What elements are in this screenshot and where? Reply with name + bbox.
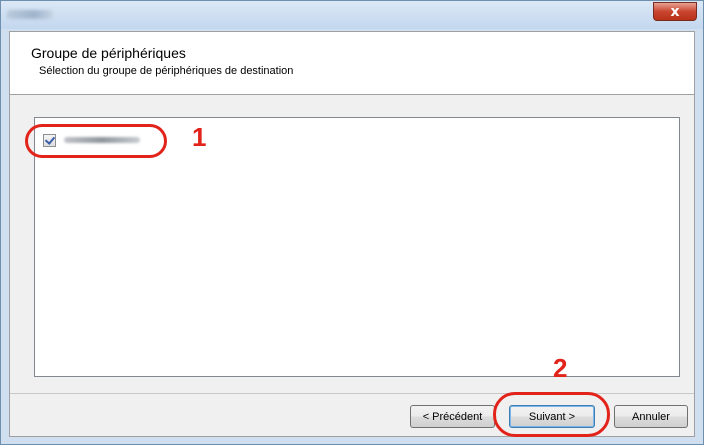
cancel-button[interactable]: Annuler [614, 405, 688, 428]
callout-number-2: 2 [553, 353, 568, 383]
page-subtitle: Sélection du groupe de périphériques de … [39, 65, 294, 77]
title-bar[interactable]: x [1, 1, 703, 29]
callout-ring-1 [25, 124, 167, 158]
callout-number-1: 1 [192, 122, 207, 152]
page-title: Groupe de périphériques [31, 45, 186, 61]
page-header: Groupe de périphériques Sélection du gro… [10, 32, 694, 95]
dialog-body: Groupe de périphériques Sélection du gro… [9, 31, 695, 437]
installer-window: x Groupe de périphériques Sélection du g… [0, 0, 704, 445]
close-button[interactable]: x [653, 2, 697, 21]
window-title-redacted [7, 10, 53, 19]
back-button[interactable]: < Précédent [410, 405, 495, 428]
callout-ring-2 [493, 392, 610, 437]
close-icon: x [670, 3, 680, 20]
